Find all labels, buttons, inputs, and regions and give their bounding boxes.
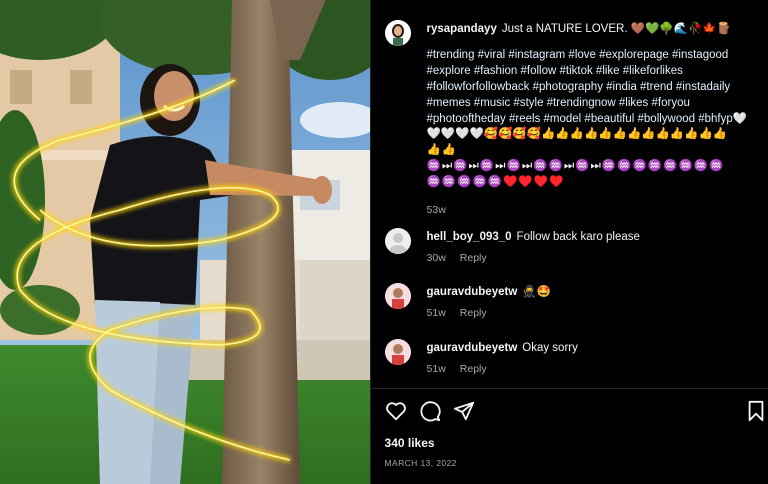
- comment-text: Follow back karo please: [516, 231, 640, 243]
- comment-username[interactable]: gauravdubeyetw: [427, 286, 518, 298]
- comment-body: hell_boy_093_0 Follow back karo please 30…: [427, 230, 747, 266]
- actions-divider: [370, 388, 768, 389]
- heart-icon: [385, 402, 406, 421]
- post-date: MARCH 13, 2022: [384, 458, 457, 468]
- share-button[interactable]: [453, 400, 477, 424]
- comment-username[interactable]: gauravdubeyetw: [427, 342, 518, 354]
- comment-username[interactable]: hell_boy_093_0: [427, 231, 512, 243]
- comment-icon: [419, 401, 441, 422]
- comment-meta: 51w Reply: [427, 362, 747, 377]
- bookmark-icon: [748, 400, 763, 422]
- photo-illustration: [0, 0, 370, 484]
- commenter-avatar[interactable]: [384, 283, 411, 309]
- share-icon: [453, 401, 474, 421]
- reply-button[interactable]: Reply: [460, 307, 487, 319]
- comment-meta: 30w Reply: [427, 251, 747, 266]
- author-avatar-image: [384, 20, 411, 46]
- comment-body: gauravdubeyetw Okay sorry 51w Reply: [427, 341, 747, 377]
- comment-text: Okay sorry: [522, 342, 578, 354]
- post-actions: [385, 400, 765, 424]
- comment-time: 51w: [426, 363, 446, 375]
- post-time: 53w: [426, 204, 446, 217]
- instagram-post: rysapandayy Just a NATURE LOVER. 🤎💚🌳🌊🥀🍁🪵 …: [0, 0, 768, 484]
- caption-emoji-row: ♒♒♒♒♒♥️♥️♥️♥️: [426, 176, 565, 189]
- author-username[interactable]: rysapandayy: [427, 23, 497, 35]
- commenter-avatar-image: [384, 339, 411, 365]
- comment-meta: 51w Reply: [427, 306, 747, 321]
- post-photo[interactable]: [0, 0, 370, 484]
- post-details-panel: rysapandayy Just a NATURE LOVER. 🤎💚🌳🌊🥀🍁🪵 …: [369, 0, 768, 484]
- default-avatar-icon: [384, 228, 411, 254]
- reply-button[interactable]: Reply: [460, 363, 487, 375]
- caption-hashtags[interactable]: #trending #viral #instagram #love #explo…: [427, 48, 757, 143]
- comment-text: 🥷🤩: [522, 286, 551, 298]
- comment-time: 51w: [426, 307, 446, 319]
- caption-text: Just a NATURE LOVER. 🤎💚🌳🌊🥀🍁🪵: [501, 23, 731, 35]
- caption-body: rysapandayy Just a NATURE LOVER. 🤎💚🌳🌊🥀🍁🪵 …: [427, 22, 757, 219]
- commenter-avatar[interactable]: [384, 228, 411, 254]
- author-avatar[interactable]: [384, 20, 411, 46]
- likes-count[interactable]: 340 likes: [385, 436, 435, 450]
- caption-emoji-row: 👍👍: [426, 144, 458, 157]
- caption-emoji-row: ♒⏭♒⏭♒⏭♒⏭♒♒⏭♒⏭♒♒♒♒♒♒♒♒: [426, 160, 725, 173]
- save-button[interactable]: [745, 400, 768, 424]
- comment-time: 30w: [426, 252, 446, 264]
- reply-button[interactable]: Reply: [460, 252, 487, 264]
- comment-button[interactable]: [419, 400, 443, 424]
- commenter-avatar-image: [384, 283, 411, 309]
- like-button[interactable]: [385, 400, 409, 424]
- comment-body: gauravdubeyetw 🥷🤩 51w Reply: [427, 285, 747, 321]
- commenter-avatar[interactable]: [384, 339, 411, 365]
